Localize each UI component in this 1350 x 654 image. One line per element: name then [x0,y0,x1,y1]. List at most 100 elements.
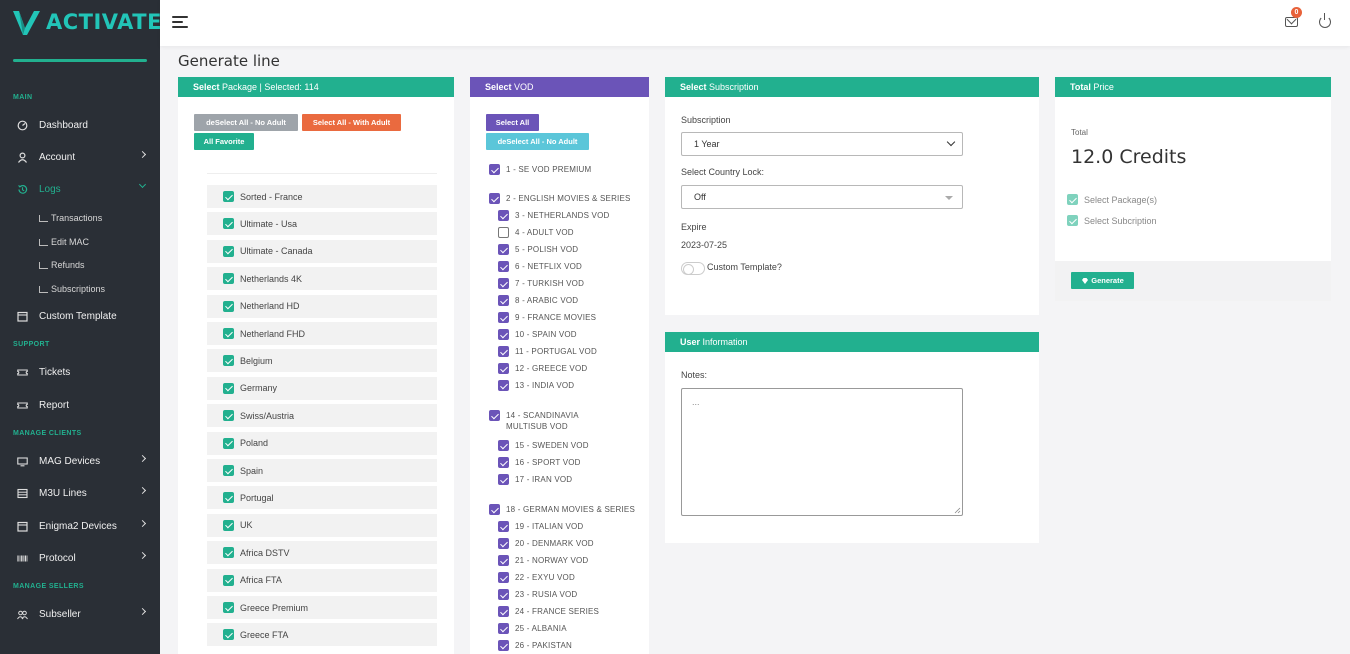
checkbox-checked-icon[interactable] [498,380,509,391]
sidebar-subitem-transactions[interactable]: Transactions [39,213,102,223]
package-row[interactable]: Ultimate - Canada [207,239,437,263]
checkbox-checked-icon[interactable] [223,328,234,339]
checkbox-checked-icon[interactable] [223,300,234,312]
vod-row[interactable]: 17 - IRAN VOD [498,474,572,485]
checkbox-checked-icon[interactable] [223,218,234,230]
package-row[interactable]: Spain [207,459,437,482]
checkbox-checked-icon[interactable] [498,261,509,272]
custom-template-toggle[interactable] [681,262,705,275]
resize-handle-icon[interactable] [954,507,961,514]
vod-deselect-all-no-adult-button[interactable]: deSelect All - No Adult [486,133,589,150]
checkbox-checked-icon[interactable] [223,245,234,257]
vod-row[interactable]: 25 - ALBANIA [498,623,567,634]
checkbox-checked-icon[interactable] [498,457,509,468]
vod-row[interactable]: 6 - NETFLIX VOD [498,261,582,272]
checkbox-checked-icon[interactable] [223,355,234,367]
checkbox-checked-icon[interactable] [498,538,509,549]
sidebar-subitem-refunds[interactable]: Refunds [39,260,85,270]
logo[interactable]: ACTIVATE [0,0,161,46]
vod-row[interactable]: 22 - EXYU VOD [498,572,575,583]
package-row[interactable]: Poland [207,431,437,455]
vod-row[interactable]: 5 - POLISH VOD [498,244,578,255]
checkbox-checked-icon[interactable] [223,629,234,641]
package-row[interactable]: Netherland FHD [207,322,437,345]
checkbox-checked-icon[interactable] [498,589,509,600]
sidebar-subitem-subscriptions[interactable]: Subscriptions [39,284,105,294]
vod-row[interactable]: 12 - GREECE VOD [498,363,587,374]
checkbox-checked-icon[interactable] [489,193,500,204]
sidebar-item-subseller[interactable]: Subseller [17,606,147,622]
package-row[interactable]: Swiss/Austria [207,404,437,428]
vod-row[interactable]: 7 - TURKISH VOD [498,278,584,289]
checkbox-checked-icon[interactable] [223,382,234,394]
checkbox-checked-icon[interactable] [223,492,234,504]
sidebar-item-m3u-lines[interactable]: M3U Lines [17,485,147,501]
checkbox-checked-icon[interactable] [498,244,509,255]
menu-icon[interactable] [172,16,188,28]
checkbox-checked-icon[interactable] [498,210,509,221]
all-favorite-button[interactable]: All Favorite [194,133,254,150]
vod-row[interactable]: 20 - DENMARK VOD [498,538,594,549]
checkbox-checked-icon[interactable] [223,574,234,586]
checkbox-checked-icon[interactable] [498,572,509,583]
vod-group-row[interactable]: 2 - ENGLISH MOVIES & SERIES [489,193,631,204]
checkbox-checked-icon[interactable] [223,191,234,202]
package-row[interactable]: Netherlands 4K [207,267,437,291]
vod-row[interactable]: 24 - FRANCE SERIES [498,606,599,617]
checkbox-checked-icon[interactable] [498,346,509,357]
generate-button[interactable]: Generate [1071,272,1134,289]
country-lock-select[interactable]: Off [681,185,963,209]
checkbox-checked-icon[interactable] [498,521,509,532]
subscription-select[interactable]: 1 Year [681,132,963,156]
checkbox-checked-icon[interactable] [498,606,509,617]
checkbox-checked-icon[interactable] [498,363,509,374]
sidebar-item-custom-template[interactable]: Custom Template [17,308,147,324]
sidebar-item-dashboard[interactable]: Dashboard [17,117,147,133]
checkbox-checked-icon[interactable] [489,504,500,515]
mail-icon[interactable] [1285,17,1298,27]
package-row[interactable]: Netherland HD [207,294,437,318]
package-row[interactable]: Greece FTA [207,623,437,647]
vod-row[interactable]: 10 - SPAIN VOD [498,329,577,340]
vod-row[interactable]: 23 - RUSIA VOD [498,589,577,600]
checkbox-checked-icon[interactable] [498,640,509,651]
sidebar-item-tickets[interactable]: Tickets [17,364,147,380]
checkbox-checked-icon[interactable] [223,547,234,559]
package-row[interactable]: Africa FTA [207,568,437,592]
checkbox-checked-icon[interactable] [223,410,234,422]
sidebar-item-enigma2-devices[interactable]: Enigma2 Devices [17,518,147,534]
checkbox-checked-icon[interactable] [223,273,234,285]
checkbox-checked-icon[interactable] [489,164,500,175]
vod-row[interactable]: 15 - SWEDEN VOD [498,440,589,451]
sidebar-item-mag-devices[interactable]: MAG Devices [17,453,147,469]
vod-row[interactable]: 19 - ITALIAN VOD [498,521,583,532]
vod-row[interactable]: 26 - PAKISTAN [498,640,572,651]
package-row[interactable]: Belgium [207,349,437,373]
notes-textarea[interactable]: ... [681,388,963,516]
checkbox-checked-icon[interactable] [498,555,509,566]
checkbox-empty-icon[interactable] [498,227,509,238]
checkbox-checked-icon[interactable] [223,437,234,449]
select-all-with-adult-button[interactable]: Select All - With Adult [302,114,401,131]
checkbox-checked-icon[interactable] [223,519,234,531]
vod-row[interactable]: 16 - SPORT VOD [498,457,581,468]
vod-row[interactable]: 11 - PORTUGAL VOD [498,346,597,357]
sidebar-item-account[interactable]: Account [17,149,147,165]
vod-row[interactable]: 21 - NORWAY VOD [498,555,588,566]
checkbox-checked-icon[interactable] [498,440,509,451]
checkbox-checked-icon[interactable] [498,474,509,485]
vod-row[interactable]: 13 - INDIA VOD [498,380,574,391]
checkbox-checked-icon[interactable] [498,278,509,289]
package-row[interactable]: Greece Premium [207,596,437,619]
vod-row[interactable]: 8 - ARABIC VOD [498,295,578,306]
vod-group-row[interactable]: 1 - SE VOD PREMIUM [489,164,591,175]
vod-group-row[interactable]: 18 - GERMAN MOVIES & SERIES [489,504,635,515]
checkbox-checked-icon[interactable] [489,410,500,421]
vod-row[interactable]: 4 - ADULT VOD [498,227,574,238]
checkbox-checked-icon[interactable] [223,465,234,476]
power-icon[interactable] [1319,13,1331,28]
checkbox-checked-icon[interactable] [223,602,234,613]
sidebar-item-protocol[interactable]: Protocol [17,550,147,566]
vod-row[interactable]: 3 - NETHERLANDS VOD [498,210,609,221]
package-row[interactable]: UK [207,513,437,537]
